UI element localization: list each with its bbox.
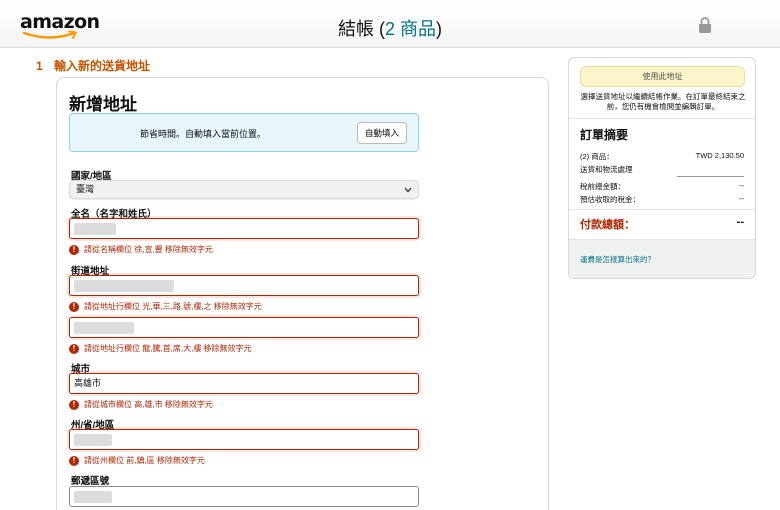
use-address-button[interactable]: 使用此地址 [580, 66, 745, 87]
step-heading: 1 輸入新的送貨地址 [36, 57, 150, 74]
order-summary-panel: 使用此地址 選擇送貨地址以繼續結帳作業。在訂單最終結束之前，您仍有機會檢閱並編輯… [568, 57, 756, 279]
step-label: 輸入新的送貨地址 [54, 59, 151, 73]
subtotal-underline [677, 176, 744, 177]
summary-row-pretax: 稅前總金額： -- [580, 181, 744, 192]
city-input[interactable]: 高雄市 [69, 373, 419, 394]
state-error: ! 請從州欄位 前,鎮,區 移除無效字元 [69, 456, 205, 466]
address-form-card: 新增地址 節省時間。自動填入當前位置。 自動填入 國家/地區 臺灣 全名（名字和… [56, 77, 549, 510]
row-label: 稅前總金額： [580, 182, 625, 191]
form-title: 新增地址 [69, 95, 137, 114]
redacted-state [74, 434, 112, 446]
error-icon: ! [69, 344, 79, 354]
country-value: 臺灣 [76, 184, 95, 194]
total-value: -- [736, 216, 744, 228]
redacted-street-2 [74, 322, 134, 334]
item-count-link[interactable]: 2 商品 [385, 19, 436, 39]
street-address-line2[interactable] [69, 317, 419, 338]
title-text: 結帳 [337, 19, 374, 39]
zip-label: 郵遞區號 [71, 476, 110, 487]
summary-row-items: (2) 商品： TWD 2,130.50 [580, 151, 744, 162]
city-value: 高雄市 [74, 378, 102, 388]
row-label: (2) 商品： [580, 152, 614, 161]
chevron-down-icon [404, 187, 412, 193]
lock-icon [699, 17, 711, 33]
sidebar-note: 選擇送貨地址以繼續結帳作業。在訂單最終結束之前，您仍有機會檢閱並編輯訂單。 [580, 92, 746, 111]
shipping-calc-link[interactable]: 運費是怎樣算出來的？ [580, 254, 655, 265]
name-error-text: 請從名稱欄位 徐,宣,豐 移除無效字元 [84, 245, 213, 255]
country-select[interactable]: 臺灣 [69, 180, 419, 199]
error-icon: ! [69, 400, 79, 410]
row-value: -- [739, 181, 744, 190]
sidebar-footer: 運費是怎樣算出來的？ [569, 239, 755, 278]
divider [569, 209, 755, 210]
autofill-button[interactable]: 自動填入 [357, 122, 407, 144]
error-icon: ! [69, 245, 79, 255]
order-total: 付款總額： -- [580, 216, 744, 232]
street-error-1: ! 請從地址行欄位 光,華,三,路,號,樓,之 移除無效字元 [69, 302, 262, 312]
autofill-text: 節省時間。自動填入當前位置。 [140, 129, 267, 139]
redacted-street-1 [74, 280, 174, 292]
state-input[interactable] [69, 429, 419, 450]
summary-title: 訂單摘要 [580, 128, 629, 142]
summary-row-tax: 預估收取的稅金： -- [580, 194, 744, 205]
city-error-text: 請從城市欄位 高,雄,市 移除無效字元 [84, 400, 213, 410]
street-error-2: ! 請從地址行欄位 龍,騰,首,席,大,樓 移除無效字元 [69, 344, 252, 354]
title-close-paren: ) [436, 19, 443, 39]
row-label: 預估收取的稅金： [580, 195, 640, 204]
summary-row-shipping: 送貨和物流處理 [580, 164, 744, 175]
checkout-header: amazon 結帳 (2 商品) [0, 0, 780, 48]
full-name-input[interactable] [69, 218, 419, 239]
street-error-2-text: 請從地址行欄位 龍,騰,首,席,大,樓 移除無效字元 [84, 344, 252, 354]
state-error-text: 請從州欄位 前,鎮,區 移除無效字元 [84, 456, 205, 466]
error-icon: ! [69, 302, 79, 312]
total-label: 付款總額： [580, 219, 635, 231]
step-number: 1 [36, 59, 43, 73]
autofill-banner: 節省時間。自動填入當前位置。 自動填入 [69, 113, 419, 152]
redacted-name [74, 223, 116, 235]
street-address-line1[interactable] [69, 275, 419, 296]
error-icon: ! [69, 456, 79, 466]
zip-input[interactable] [69, 486, 419, 507]
street-error-1-text: 請從地址行欄位 光,華,三,路,號,樓,之 移除無效字元 [84, 302, 262, 312]
city-error: ! 請從城市欄位 高,雄,市 移除無效字元 [69, 400, 213, 410]
divider [569, 118, 755, 119]
name-error: ! 請從名稱欄位 徐,宣,豐 移除無效字元 [69, 245, 213, 255]
row-value: TWD 2,130.50 [695, 151, 744, 160]
redacted-zip [74, 491, 112, 503]
row-value: -- [739, 194, 744, 203]
page-title: 結帳 (2 商品) [0, 15, 780, 41]
row-label: 送貨和物流處理 [580, 165, 633, 174]
